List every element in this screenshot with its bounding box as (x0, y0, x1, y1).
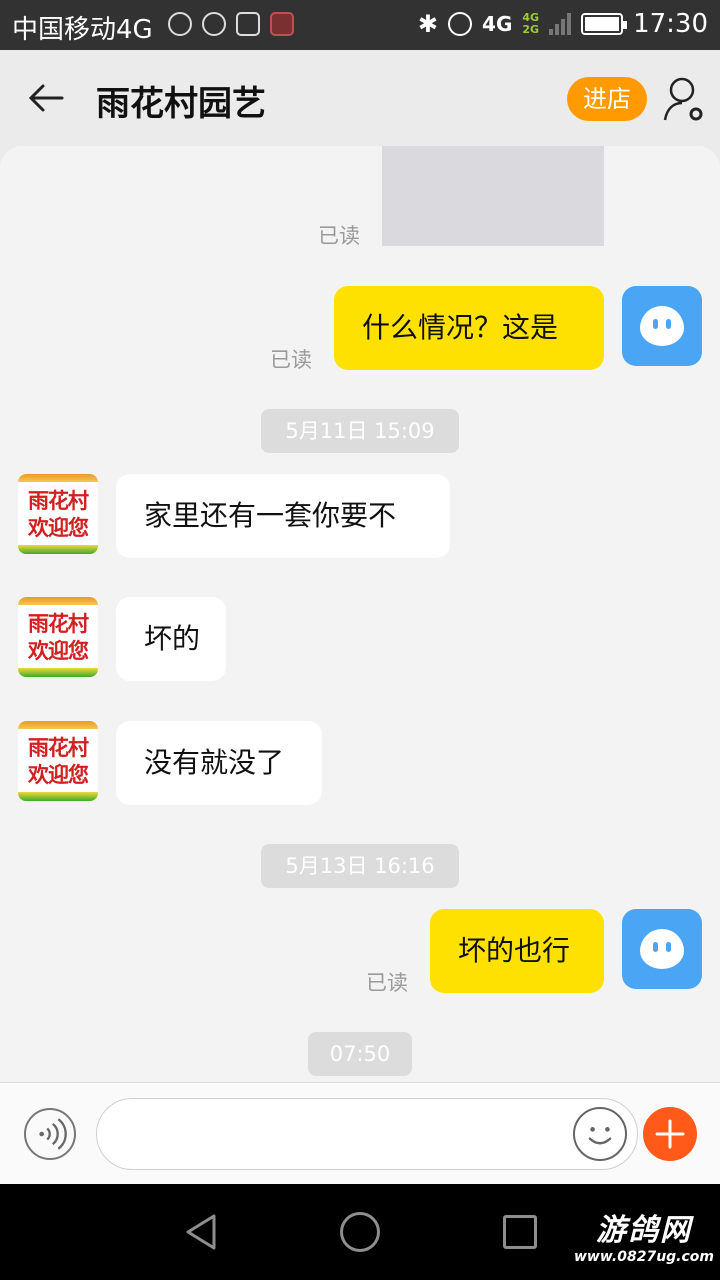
page-title: 雨花村园艺 (96, 84, 266, 124)
avatar-stripe-bottom (18, 792, 98, 801)
avatar-stripe-top (18, 597, 98, 605)
image-icon (236, 12, 260, 36)
clock: 17:30 (633, 9, 708, 39)
voice-input-icon[interactable] (24, 1108, 76, 1160)
network-secondary-bottom: 2G (522, 23, 540, 36)
their-message-bubble[interactable]: 坏的 (116, 597, 226, 681)
battery-fill (585, 17, 620, 31)
system-nav-bar: 游鸽网 www.0827ug.com (0, 1184, 720, 1280)
read-receipt: 已读 (366, 971, 408, 995)
shop-logo-text: 雨花村 欢迎您 (21, 734, 95, 788)
shop-logo-line1: 雨花村 (28, 735, 89, 760)
shop-avatar[interactable]: 雨花村 欢迎您 (18, 597, 98, 677)
app-icon (270, 12, 294, 36)
watermark-title: 游鸽网 (596, 1213, 692, 1248)
nav-recents-icon[interactable] (503, 1215, 537, 1249)
avatar-stripe-bottom (18, 545, 98, 554)
chat-header: 雨花村园艺 进店 (0, 50, 720, 146)
watermark-url: www.0827ug.com (574, 1249, 714, 1265)
back-arrow-icon[interactable] (26, 78, 66, 118)
network-type: 4G (482, 12, 513, 36)
my-avatar[interactable] (622, 286, 702, 366)
message-input[interactable] (96, 1098, 638, 1170)
smiley-face-icon (640, 929, 684, 969)
my-message-bubble[interactable]: 什么情况？这是 (334, 286, 604, 370)
shop-logo-text: 雨花村 欢迎您 (21, 610, 95, 664)
network-secondary: 4G 2G (522, 12, 539, 36)
timestamp-pill: 5月11日 15:09 (261, 409, 459, 453)
avatar-stripe-bottom (18, 668, 98, 677)
shop-logo-line2: 欢迎您 (28, 762, 89, 787)
my-message-bubble[interactable]: 坏的也行 (430, 909, 604, 993)
image-message[interactable] (382, 146, 604, 246)
system-icons: ✱ 4G 4G 2G 17:30 (418, 9, 708, 39)
their-message-bubble[interactable]: 家里还有一套你要不 (116, 474, 450, 558)
enter-store-button[interactable]: 进店 (567, 77, 647, 121)
profile-settings-icon[interactable] (662, 76, 706, 124)
read-receipt: 已读 (318, 224, 360, 248)
smiley-face-icon (640, 306, 684, 346)
alarm-icon (448, 12, 473, 36)
wifi-heart-icon (168, 12, 192, 36)
emoji-icon[interactable] (573, 1107, 627, 1161)
shop-logo-line2: 欢迎您 (28, 638, 89, 663)
avatar-stripe-top (18, 721, 98, 729)
battery-icon (581, 13, 628, 35)
timestamp-pill: 07:50 (308, 1032, 412, 1076)
shop-logo-line1: 雨花村 (28, 488, 89, 513)
shop-avatar[interactable]: 雨花村 欢迎您 (18, 474, 98, 554)
watermark: 游鸽网 www.0827ug.com (574, 1214, 714, 1266)
input-bar (0, 1082, 720, 1184)
nav-home-icon[interactable] (340, 1212, 380, 1252)
my-avatar[interactable] (622, 909, 702, 989)
their-message-bubble[interactable]: 没有就没了 (116, 721, 322, 805)
nav-back-icon[interactable] (180, 1210, 224, 1254)
notification-icons (168, 12, 294, 36)
timestamp-pill: 5月13日 16:16 (261, 844, 459, 888)
carrier-label: 中国移动4G (12, 15, 153, 45)
chat-area[interactable]: 已读 已读 什么情况？这是 5月11日 15:09 雨花村 欢迎您 家里还有一套你… (0, 146, 720, 1082)
read-receipt: 已读 (270, 348, 312, 372)
shop-logo-text: 雨花村 欢迎您 (21, 487, 95, 541)
shop-logo-line2: 欢迎您 (28, 515, 89, 540)
plus-more-icon[interactable] (643, 1107, 697, 1161)
shop-logo-line1: 雨花村 (28, 611, 89, 636)
bluetooth-icon: ✱ (417, 10, 439, 38)
status-bar: 中国移动4G ✱ 4G 4G 2G 17:30 (0, 0, 720, 50)
avatar-stripe-top (18, 474, 98, 482)
signal-icon (549, 13, 572, 35)
shop-avatar[interactable]: 雨花村 欢迎您 (18, 721, 98, 801)
chat-bubble-icon (202, 12, 226, 36)
